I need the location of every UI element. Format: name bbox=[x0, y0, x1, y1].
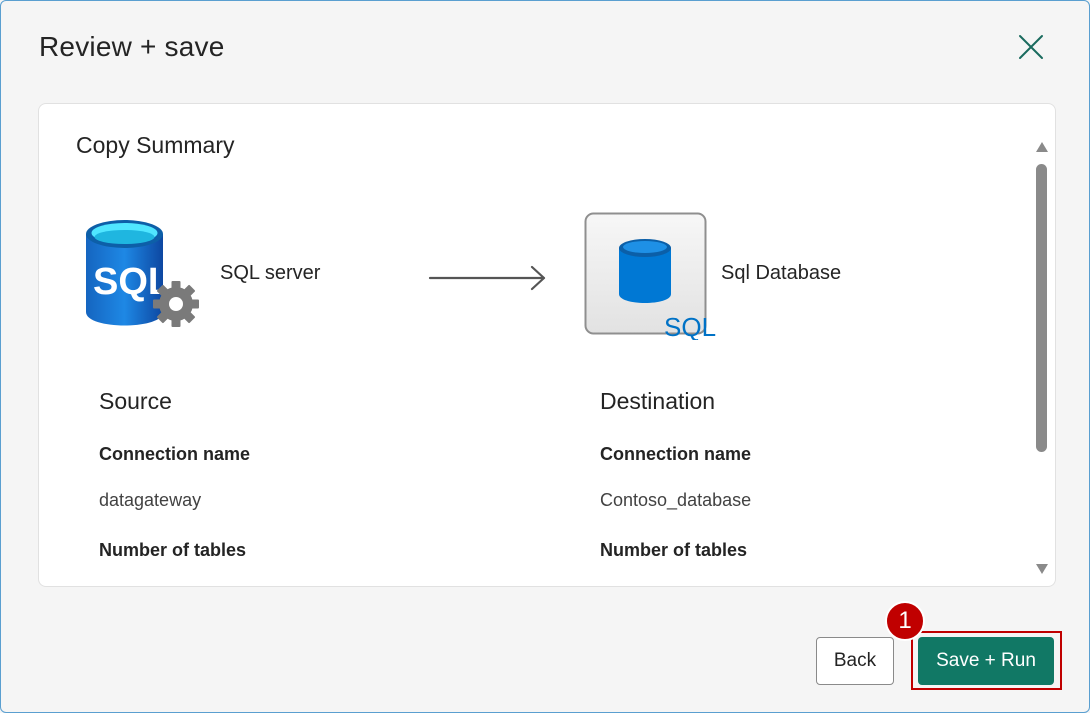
vertical-scrollbar[interactable] bbox=[1033, 136, 1049, 576]
destination-heading: Destination bbox=[600, 388, 716, 414]
back-button[interactable]: Back bbox=[816, 637, 894, 685]
destination-details: Destination Connection name Contoso_data… bbox=[600, 388, 980, 560]
close-icon bbox=[1019, 35, 1043, 59]
destination-name: Sql Database bbox=[721, 262, 842, 284]
sql-database-icon: SQL bbox=[584, 212, 716, 340]
destination-connection-value: Contoso_database bbox=[600, 490, 752, 510]
close-button[interactable] bbox=[1013, 29, 1049, 65]
save-run-button[interactable]: Save + Run bbox=[918, 637, 1054, 685]
source-name: SQL server bbox=[220, 262, 321, 284]
dialog-title: Review + save bbox=[39, 31, 225, 62]
sql-server-icon: SQL bbox=[86, 220, 199, 327]
copy-summary-card: Copy Summary SQL SQL server SQL Sql Data… bbox=[38, 103, 1056, 587]
source-details: Source Connection name datagateway Numbe… bbox=[99, 388, 479, 560]
source-heading: Source bbox=[99, 388, 172, 414]
sql-server-icon-text: SQL bbox=[93, 261, 171, 303]
source-connection-value: datagateway bbox=[99, 490, 202, 510]
arrow-right-icon bbox=[428, 265, 546, 291]
scroll-down-icon[interactable] bbox=[1036, 564, 1048, 574]
scroll-up-icon[interactable] bbox=[1036, 142, 1048, 152]
scrollbar-thumb[interactable] bbox=[1036, 164, 1047, 452]
destination-tables-label: Number of tables bbox=[600, 540, 748, 560]
destination-connection-label: Connection name bbox=[600, 444, 752, 464]
source-tables-label: Number of tables bbox=[99, 540, 247, 560]
source-connection-label: Connection name bbox=[99, 444, 251, 464]
step-badge: 1 bbox=[885, 601, 925, 641]
review-save-dialog: Review + save Copy Summary SQL SQL serve… bbox=[0, 0, 1090, 713]
summary-title: Copy Summary bbox=[76, 132, 235, 158]
sql-database-icon-text: SQL bbox=[664, 312, 716, 340]
